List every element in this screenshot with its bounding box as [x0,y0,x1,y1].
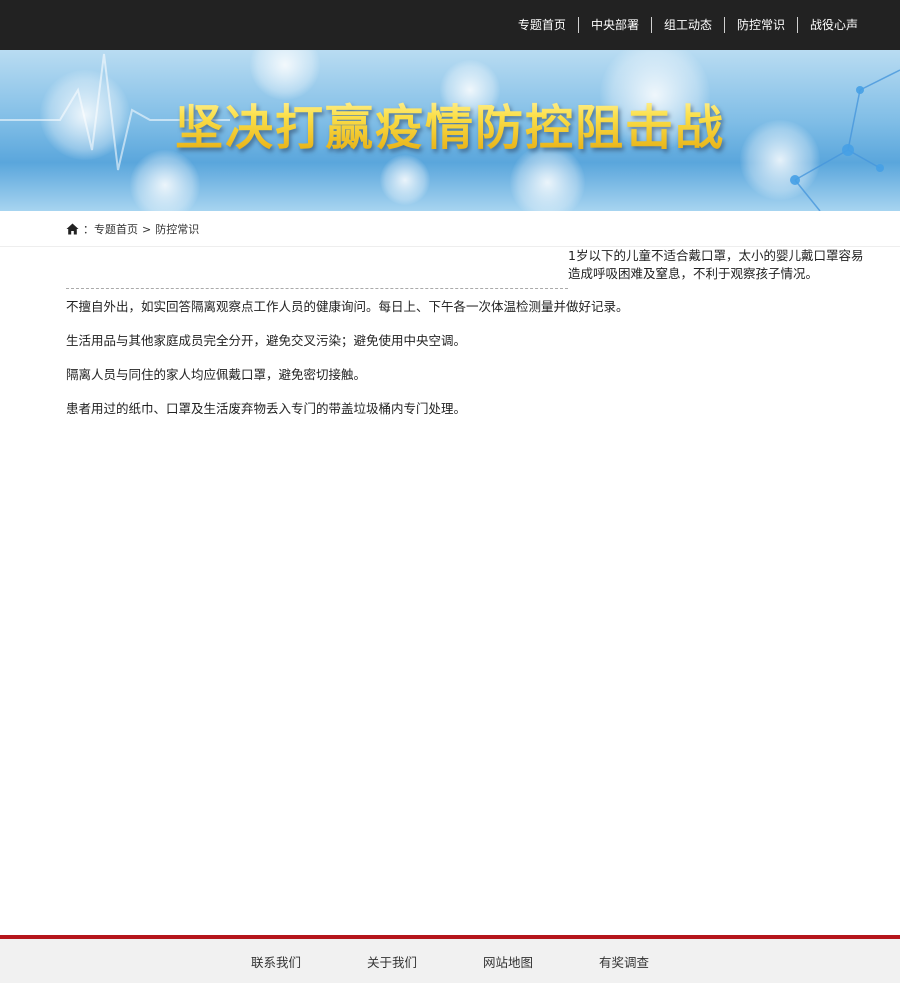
home-icon[interactable] [66,223,79,235]
page-footer: 联系我们 关于我们 网站地图 有奖调查 [0,935,900,983]
footer-link-survey[interactable]: 有奖调查 [566,952,682,971]
side-note-text: 1岁以下的儿童不适合戴口罩，太小的婴儿戴口罩容易造成呼吸困难及窒息，不利于观察孩… [568,248,864,281]
footer-link-about[interactable]: 关于我们 [334,952,450,971]
article-paragraph: 不擅自外出，如实回答隔离观察点工作人员的健康询问。每日上、下午各一次体温检测量并… [66,299,629,314]
nav-item-prevention-tips[interactable]: 防控常识 [725,17,797,33]
nav-item-central-deployment[interactable]: 中央部署 [579,17,651,33]
article-body: 不擅自外出，如实回答隔离观察点工作人员的健康询问。每日上、下午各一次体温检测量并… [66,298,866,434]
footer-link-contact[interactable]: 联系我们 [218,952,334,971]
top-nav-bar: 专题首页 中央部署 组工动态 防控常识 战役心声 [0,0,900,50]
breadcrumb-home-link[interactable]: 专题首页 [94,221,138,237]
breadcrumb-colon: ： [83,223,94,236]
nav-item-home[interactable]: 专题首页 [506,17,578,33]
nav-item-battle-voices[interactable]: 战役心声 [798,17,870,33]
breadcrumb-current[interactable]: 防控常识 [155,221,199,237]
article-paragraph: 隔离人员与同住的家人均应佩戴口罩，避免密切接触。 [66,367,367,382]
breadcrumb: ： 专题首页 > 防控常识 [66,211,199,247]
article-paragraph: 患者用过的纸巾、口罩及生活废弃物丢入专门的带盖垃圾桶内专门处理。 [66,401,467,416]
nav-item-work-news[interactable]: 组工动态 [652,17,724,33]
dashed-divider [66,288,568,289]
article-paragraph: 生活用品与其他家庭成员完全分开，避免交叉污染；避免使用中央空调。 [66,333,467,348]
breadcrumb-arrow: > [142,222,152,236]
breadcrumb-bar: ： 专题首页 > 防控常识 [0,211,900,247]
hero-banner: 坚决打赢疫情防控阻击战 [0,50,900,211]
banner-title: 坚决打赢疫情防控阻击战 [0,88,900,158]
main-nav: 专题首页 中央部署 组工动态 防控常识 战役心声 [506,0,870,50]
footer-link-sitemap[interactable]: 网站地图 [450,952,566,971]
footer-links: 联系我们 关于我们 网站地图 有奖调查 [0,939,900,983]
